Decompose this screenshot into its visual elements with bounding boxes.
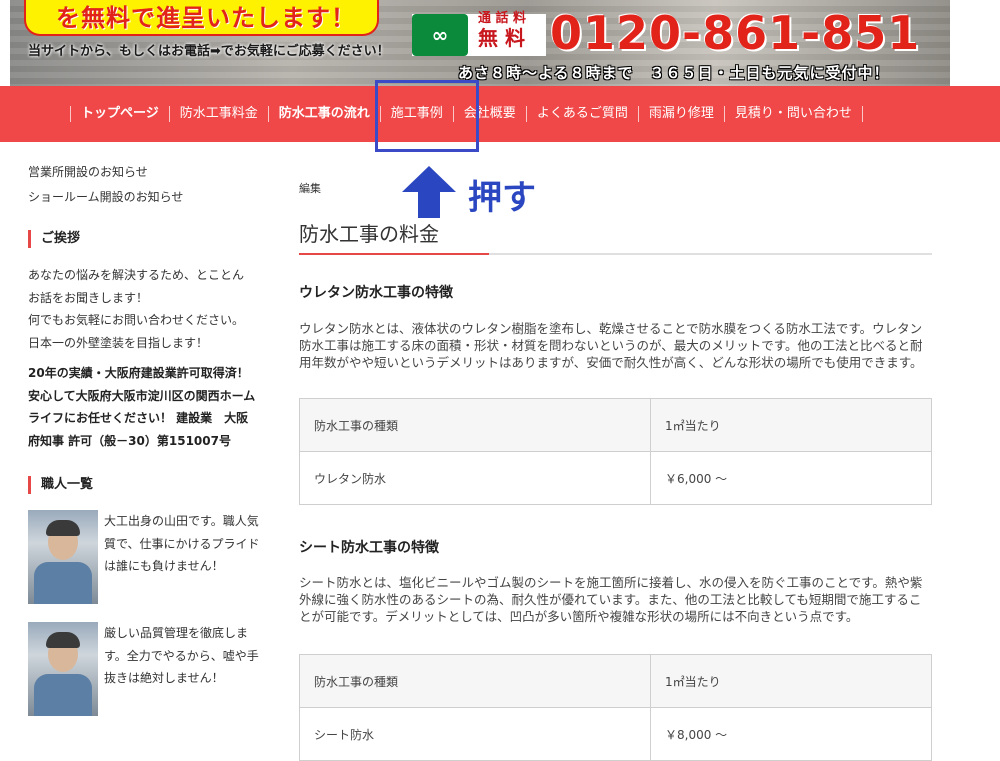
greeting-line: お話をお聞きします！ bbox=[28, 290, 149, 305]
section-text-urethane: ウレタン防水とは、液体状のウレタン樹脂を塗布し、乾燥させることで防水膜をつくる防… bbox=[299, 321, 923, 370]
main-nav: トップページ 防水工事料金 防水工事の流れ 施工事例 会社概要 よくあるご質問 … bbox=[0, 86, 1000, 142]
greeting-heading: ご挨拶 bbox=[28, 230, 80, 248]
staff-photo bbox=[28, 622, 98, 716]
promo-box: を無料で進呈いたします！ bbox=[24, 0, 379, 36]
nav-item-leak-repair[interactable]: 雨漏り修理 bbox=[637, 106, 724, 122]
section-heading-urethane: ウレタン防水工事の特徴 bbox=[299, 285, 453, 301]
license-text: 20年の実績・大阪府建設業許可取得済！安心して大阪府大阪市淀川区の関西ホームライ… bbox=[28, 366, 256, 448]
greeting-line: あなたの悩みを解決するため、とことん bbox=[28, 268, 245, 282]
table-row: ウレタン防水 ￥6,000 ～ bbox=[299, 451, 932, 505]
nav-item-faq[interactable]: よくあるご質問 bbox=[525, 106, 638, 122]
business-hours: あさ８時～よる８時まで ３６５日・土日も元気に受付中！ bbox=[458, 64, 890, 82]
nav-item-pricing[interactable]: 防水工事料金 bbox=[168, 106, 268, 122]
table-cell: 防水工事の種類 bbox=[299, 654, 651, 708]
table-row: 防水工事の種類 1㎡当たり bbox=[299, 654, 932, 708]
push-label: 押す bbox=[468, 178, 536, 218]
section-heading-sheet: シート防水工事の特徴 bbox=[299, 540, 439, 556]
nav-item-flow[interactable]: 防水工事の流れ bbox=[267, 106, 380, 122]
greeting-line: 日本一の外壁塗装を目指します！ bbox=[28, 335, 209, 350]
table-cell: 1㎡当たり bbox=[650, 398, 932, 452]
freedial-label: 通 話 料 無 料 bbox=[478, 11, 546, 51]
arrow-up-icon bbox=[402, 166, 456, 218]
nav-item-top[interactable]: トップページ bbox=[70, 106, 169, 122]
header-banner: を無料で進呈いたします！ 当サイトから、もしくはお電話➡でお気軽にご応募ください… bbox=[0, 0, 1000, 86]
table-cell: 防水工事の種類 bbox=[299, 398, 651, 452]
table-cell: ￥6,000 ～ bbox=[650, 451, 932, 505]
staff-text: 大工出身の山田です。職人気質で、仕事にかけるプライドは誰にも負けません！ bbox=[104, 514, 260, 573]
staff-heading: 職人一覧 bbox=[28, 476, 93, 494]
freedial-top: 通 話 料 bbox=[478, 11, 527, 26]
table-cell: ￥8,000 ～ bbox=[650, 707, 932, 761]
table-row: シート防水 ￥8,000 ～ bbox=[299, 707, 932, 761]
table-cell: シート防水 bbox=[299, 707, 651, 761]
table-cell: 1㎡当たり bbox=[650, 654, 932, 708]
price-table-urethane: 防水工事の種類 1㎡当たり ウレタン防水 ￥6,000 ～ bbox=[299, 398, 932, 505]
title-rule-accent bbox=[299, 253, 489, 255]
nav-item-contact[interactable]: 見積り・問い合わせ bbox=[723, 106, 863, 122]
promo-text: を無料で進呈いたします！ bbox=[56, 4, 356, 32]
staff-photo bbox=[28, 510, 98, 604]
edit-link[interactable]: 編集 bbox=[299, 180, 321, 196]
table-cell: ウレタン防水 bbox=[299, 451, 651, 505]
sidebar-link-showroom[interactable]: ショールーム開設のお知らせ bbox=[28, 185, 183, 210]
staff-card: 大工出身の山田です。職人気質で、仕事にかけるプライドは誰にも負けません！ bbox=[28, 510, 260, 606]
sidebar-link-office[interactable]: 営業所開設のお知らせ bbox=[28, 160, 183, 185]
freedial-icon: ∞ bbox=[412, 14, 468, 56]
price-table-sheet: 防水工事の種類 1㎡当たり シート防水 ￥8,000 ～ bbox=[299, 654, 932, 761]
highlight-box bbox=[375, 80, 479, 152]
banner-subtitle: 当サイトから、もしくはお電話➡でお気軽にご応募ください！ bbox=[28, 44, 390, 59]
freedial-bottom: 無 料 bbox=[478, 26, 525, 50]
table-row: 防水工事の種類 1㎡当たり bbox=[299, 398, 932, 452]
greeting-line: 何でもお気軽にお問い合わせください。 bbox=[28, 313, 245, 327]
staff-card: 厳しい品質管理を徹底します。全力でやるから、嘘や手抜きは絶対しません！ bbox=[28, 622, 259, 718]
section-text-sheet: シート防水とは、塩化ビニールやゴム製のシートを施工箇所に接着し、水の侵入を防ぐ工… bbox=[299, 575, 923, 624]
greeting-text: あなたの悩みを解決するため、とことん お話をお聞きします！ 何でもお気軽にお問い… bbox=[28, 264, 258, 354]
staff-text: 厳しい品質管理を徹底します。全力でやるから、嘘や手抜きは絶対しません！ bbox=[104, 626, 259, 685]
page-title: 防水工事の料金 bbox=[299, 222, 439, 246]
phone-number[interactable]: 0120-861-851 bbox=[550, 6, 920, 60]
